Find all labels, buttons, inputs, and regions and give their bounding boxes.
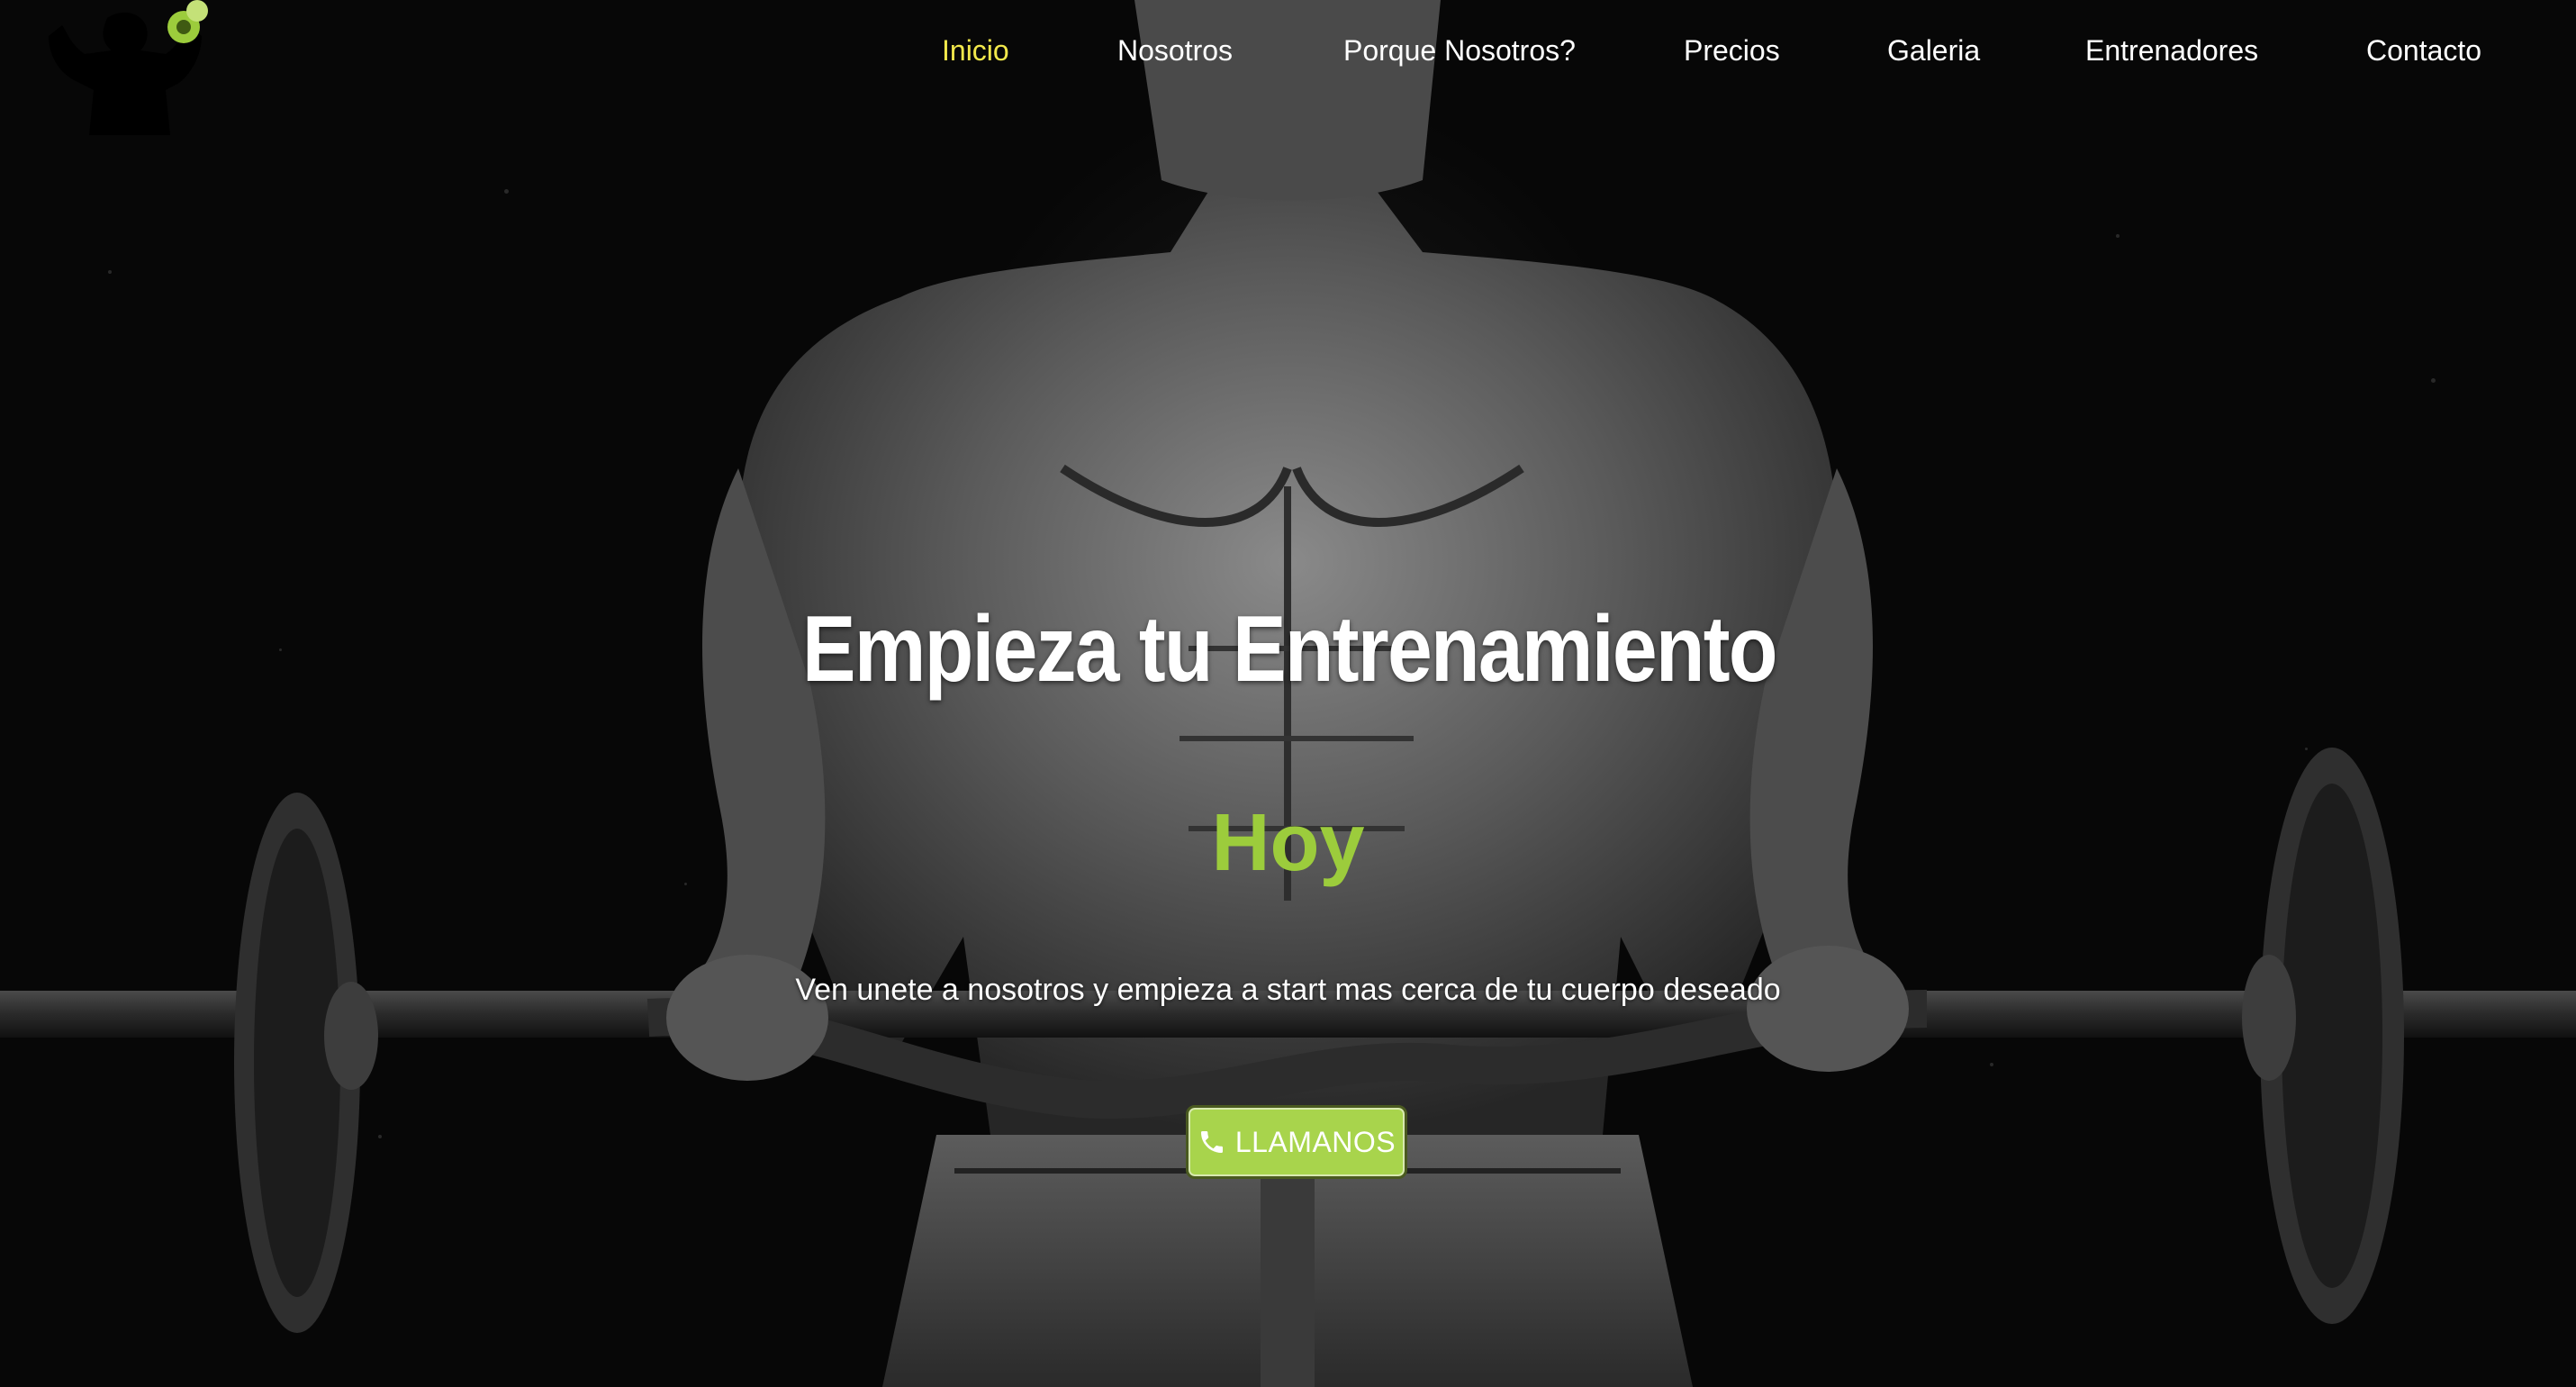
nav-item-porque-nosotros[interactable]: Porque Nosotros? — [1343, 25, 1576, 76]
hero-headline: Empieza tu Entrenamiento — [801, 597, 1778, 702]
nav-item-inicio[interactable]: Inicio — [942, 25, 1009, 76]
hero-tagline: Ven unete a nosotros y empieza a start m… — [795, 973, 1781, 1007]
main-nav: Inicio Nosotros Porque Nosotros? Precios… — [0, 25, 2576, 76]
hero-highlight: Hoy — [1211, 798, 1365, 888]
nav-item-nosotros[interactable]: Nosotros — [1117, 25, 1233, 76]
call-us-label: LLAMANOS — [1234, 1125, 1396, 1158]
hero-section: Inicio Nosotros Porque Nosotros? Precios… — [0, 0, 2576, 1387]
nav-item-entrenadores[interactable]: Entrenadores — [2085, 25, 2258, 76]
call-us-button[interactable]: LLAMANOS — [1186, 1105, 1407, 1179]
nav-item-contacto[interactable]: Contacto — [2366, 25, 2481, 76]
phone-icon — [1200, 1131, 1223, 1153]
nav-item-galeria[interactable]: Galeria — [1887, 25, 1980, 76]
nav-item-precios[interactable]: Precios — [1684, 25, 1780, 76]
